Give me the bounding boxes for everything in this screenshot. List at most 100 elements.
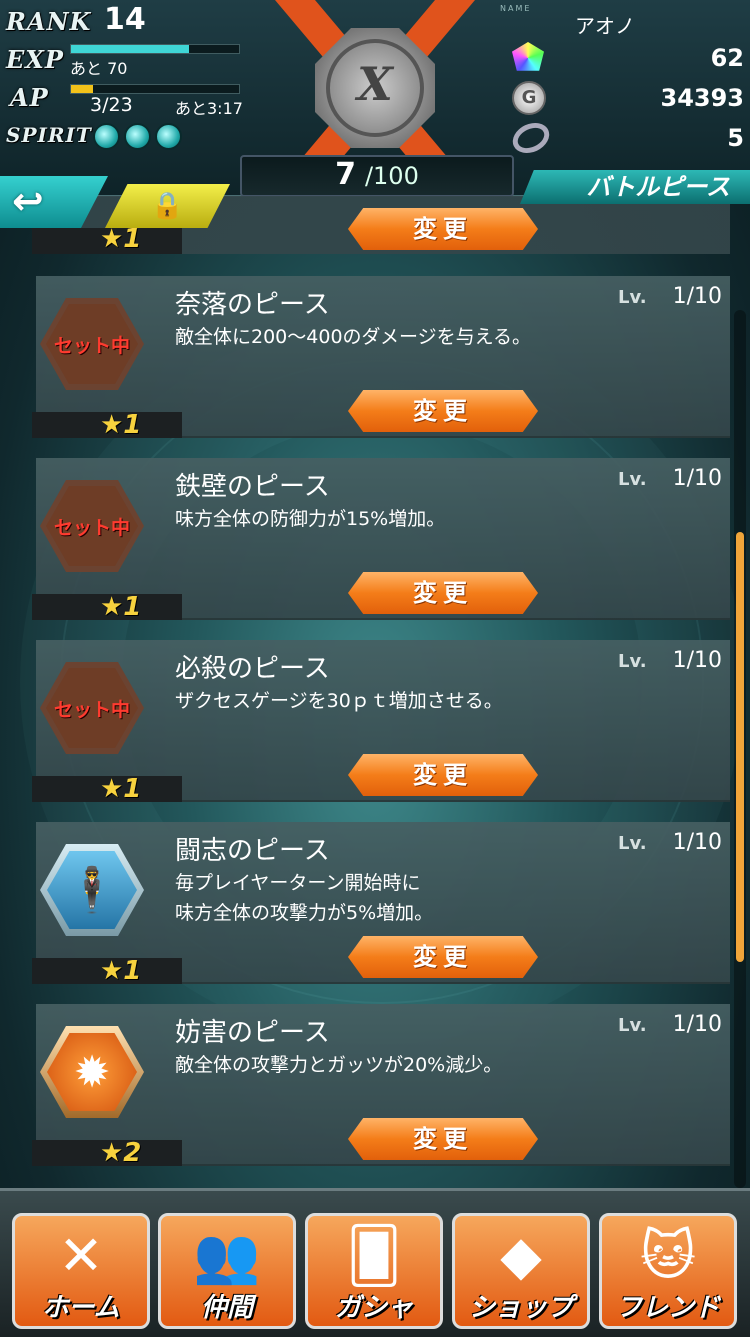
- piece-name: 闘志のピース: [175, 836, 330, 866]
- nav-label: フレンド: [615, 1293, 720, 1323]
- exp-bar: [70, 44, 240, 54]
- nav-label: ショップ: [468, 1293, 573, 1323]
- abyss-icon[interactable]: セット中: [40, 298, 144, 390]
- level-value: 1/10: [672, 1012, 722, 1037]
- level-label: Lv.: [618, 833, 647, 854]
- scrollbar-thumb[interactable]: [736, 532, 744, 962]
- rank-label: RANK: [6, 6, 92, 36]
- change-button[interactable]: 変更: [348, 1118, 538, 1160]
- exp-bar-fill: [71, 45, 189, 53]
- section-title: バトルピース: [520, 170, 750, 204]
- piece-name: 妨害のピース: [175, 1018, 330, 1048]
- rank-value: 14: [104, 2, 146, 37]
- star-rating: ★1: [100, 410, 142, 440]
- piece-card[interactable]: ★2 ✹ 妨害のピース Lv. 1/10 敵全体の攻撃力とガッツが20%減少。変更: [32, 1004, 730, 1168]
- level-value: 1/10: [672, 284, 722, 309]
- piece-description: 味方全体の防御力が15%増加。: [175, 508, 446, 530]
- piece-name: 奈落のピース: [175, 290, 330, 320]
- target-icon[interactable]: セット中: [40, 662, 144, 754]
- level-value: 1/10: [672, 648, 722, 673]
- ap-recovery-time: あと3:17: [175, 99, 243, 118]
- nav-friend-button[interactable]: 🐱 フレンド: [599, 1213, 737, 1329]
- nav-label: ホーム: [42, 1293, 120, 1323]
- emblem-letter: X: [326, 39, 424, 137]
- level-label: Lv.: [618, 651, 647, 672]
- coins-value: 34393: [660, 84, 745, 112]
- rings-row: 5: [507, 117, 744, 159]
- flame-crest-icon[interactable]: ✹: [40, 1026, 144, 1118]
- ap-bar-fill: [71, 85, 93, 93]
- level-label: Lv.: [618, 287, 647, 308]
- nav-party-button[interactable]: 👥 仲間: [158, 1213, 296, 1329]
- piece-glyph: ✹: [73, 1046, 111, 1098]
- piece-card[interactable]: ★1 セット中 必殺のピース Lv. 1/10 ザクセスゲージを30ｐｔ増加させる。変更: [32, 640, 730, 804]
- list-scrollbar[interactable]: [734, 310, 746, 1188]
- piece-card[interactable]: ★1 🕴 闘志のピース Lv. 1/10 毎プレイヤーターン開始時に 味方全体の攻撃力が5…: [32, 822, 730, 986]
- nav-label: ガシャ: [334, 1293, 413, 1323]
- coins-row: G 34393: [512, 80, 744, 116]
- spirit-row: SPIRIT: [6, 118, 92, 152]
- spirit-orb: [93, 123, 120, 150]
- piece-level: Lv. 1/10: [618, 1012, 722, 1037]
- piece-level: Lv. 1/10: [618, 284, 722, 309]
- spirit-orb: [155, 123, 182, 150]
- star-rating: ★1: [100, 774, 142, 804]
- set-badge: セット中: [53, 516, 130, 539]
- ap-value: 3/23: [90, 94, 133, 116]
- level-label: Lv.: [618, 469, 647, 490]
- change-button[interactable]: 変更: [348, 390, 538, 432]
- set-badge: セット中: [53, 698, 130, 721]
- piece-level: Lv. 1/10: [618, 648, 722, 673]
- nav-shop-button[interactable]: ◆ ショップ: [452, 1213, 590, 1329]
- nav-label: 仲間: [200, 1293, 253, 1323]
- level-label: Lv.: [618, 1015, 647, 1036]
- piece-glyph: 🕴: [64, 865, 120, 916]
- fighter-icon[interactable]: 🕴: [40, 844, 144, 936]
- star-rating: ★2: [100, 1138, 142, 1168]
- level-value: 1/10: [672, 466, 722, 491]
- nav-gacha-button[interactable]: 🂠 ガシャ: [305, 1213, 443, 1329]
- exp-label: EXP: [6, 44, 64, 74]
- spirit-orb: [124, 123, 151, 150]
- rings-value: 5: [727, 124, 744, 152]
- set-badge: セット中: [53, 334, 130, 357]
- piece-description: 敵全体の攻撃力とガッツが20%減少。: [175, 1054, 503, 1076]
- gems-value: 62: [710, 44, 744, 72]
- piece-name: 必殺のピース: [175, 654, 330, 684]
- name-tag: NAME: [500, 4, 532, 13]
- star-rating: ★1: [100, 592, 142, 622]
- change-button[interactable]: 変更: [348, 572, 538, 614]
- lock-icon: 🔒: [151, 191, 184, 221]
- piece-name: 鉄壁のピース: [175, 472, 330, 502]
- piece-level: Lv. 1/10: [618, 830, 722, 855]
- ring-icon: [507, 117, 555, 159]
- ap-row: AP: [10, 80, 49, 114]
- gem-icon: [512, 42, 544, 71]
- coin-icon: G: [512, 81, 546, 115]
- party-icon: 👥: [193, 1224, 261, 1287]
- change-button[interactable]: 変更: [348, 208, 538, 250]
- ap-bar: [70, 84, 240, 94]
- piece-description: 毎プレイヤーターン開始時に 味方全体の攻撃力が5%増加。: [175, 872, 434, 924]
- friend-cats-icon: 🐱: [639, 1224, 697, 1287]
- gems-row: 62: [512, 40, 744, 76]
- piece-card[interactable]: ★1 セット中 奈落のピース Lv. 1/10 敵全体に200～400のダメージを与える。…: [32, 276, 730, 440]
- piece-description: ザクセスゲージを30ｐｔ増加させる。: [175, 690, 503, 712]
- exp-row: EXP: [6, 42, 64, 76]
- level-value: 1/10: [672, 830, 722, 855]
- exp-remaining: あと 70: [70, 59, 128, 78]
- nav-home-button[interactable]: ✕ ホーム: [12, 1213, 150, 1329]
- gacha-icon: 🂠: [346, 1224, 402, 1287]
- change-button[interactable]: 変更: [348, 754, 538, 796]
- ap-label: AP: [10, 82, 49, 112]
- change-button[interactable]: 変更: [348, 936, 538, 978]
- shield-icon[interactable]: セット中: [40, 480, 144, 572]
- spirit-orbs: [93, 123, 182, 150]
- star-rating: ★1: [100, 956, 142, 986]
- rank-emblem[interactable]: X: [315, 28, 435, 148]
- gem-shop-icon: ◆: [500, 1224, 542, 1287]
- piece-card[interactable]: ★1 セット中 鉄壁のピース Lv. 1/10 味方全体の防御力が15%増加。変更: [32, 458, 730, 622]
- rank-row: RANK: [6, 4, 91, 38]
- home-x-icon: ✕: [58, 1224, 104, 1287]
- piece-list[interactable]: ★1 変更 ★1 セット中 奈落のピース Lv. 1/10 敵全体に200～400のダメー…: [0, 196, 750, 1188]
